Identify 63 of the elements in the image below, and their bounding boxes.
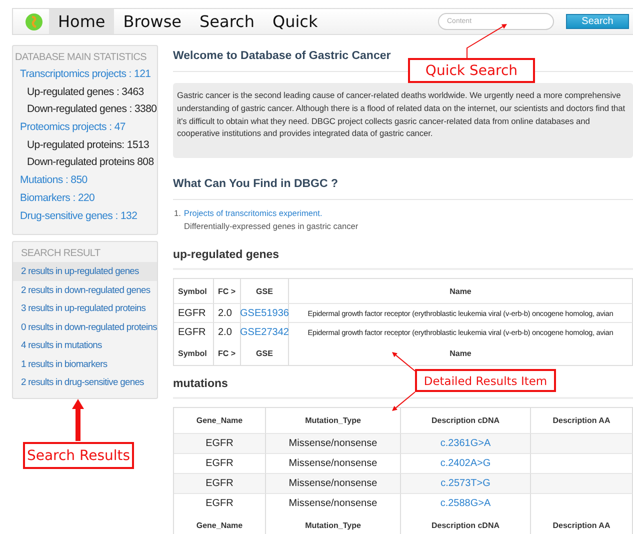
statistic-link[interactable]: Drug-sensitive genes : 132	[13, 208, 157, 226]
arrow	[72, 399, 84, 441]
table-cell: 2.0	[214, 303, 241, 322]
table-link[interactable]: GSE27342	[241, 322, 289, 342]
nav-tab[interactable]: Home	[49, 9, 114, 34]
table-cell: EGFR	[174, 322, 214, 342]
column-footer: Description AA	[531, 513, 633, 534]
nav-tab[interactable]: Browse	[114, 9, 191, 34]
list-number: 1.	[174, 208, 181, 218]
table-link[interactable]: GSE51936	[241, 303, 289, 322]
table-cell: Missense/nonsense	[266, 473, 401, 494]
table-link[interactable]: c.2573T>G	[401, 473, 531, 494]
arrow	[392, 392, 416, 411]
nav-tab[interactable]: Quick	[263, 9, 327, 34]
arrow	[466, 24, 507, 58]
statistic-link[interactable]: Biomarkers : 220	[13, 190, 157, 208]
column-header: Name	[289, 279, 633, 304]
section-title: What Can You Find in DBGC ?	[173, 178, 633, 200]
panel-title: DATABASE MAIN STATISTICS	[14, 52, 148, 65]
column-header: Symbol	[174, 279, 214, 304]
callout-label: Detailed Results Item	[415, 369, 556, 392]
table-cell: EGFR	[174, 473, 266, 494]
intro-paragraph: Gastric cancer is the second leading cause of cancer-related deaths worldwide. We urgently need a more comprehensive understanding of gastric cancer. Although there is a flood of related data on the internet, our scientists and doctors find that it's difficult to obtain what they need. DBGC project collects gasric cancer-related data from online databases and cooperative institutions and provides integrated data of gastric cancer.	[173, 83, 633, 158]
table-link[interactable]: c.2588G>A	[401, 493, 531, 514]
result-link[interactable]: 1 results in biomarkers	[13, 354, 157, 373]
statistic-text: Down-regulated genes : 3380	[26, 102, 157, 118]
result-link[interactable]: 3 results in up-regulated proteins	[13, 299, 157, 318]
result-link[interactable]: 2 results in down-regulated genes	[13, 280, 157, 299]
table-cell: EGFR	[174, 433, 266, 454]
column-footer: Mutation_Type	[266, 513, 401, 534]
column-footer: GSE	[241, 341, 289, 366]
table-link[interactable]: c.2361G>A	[401, 433, 531, 454]
feature-description: Differentially-expressed genes in gastric cancer	[183, 221, 360, 232]
column-header: FC >	[214, 279, 241, 304]
table-cell: Missense/nonsense	[266, 433, 401, 454]
logo-icon	[25, 12, 43, 30]
feature-link[interactable]: Projects of transcritomics experiment.	[184, 208, 322, 218]
result-link[interactable]: 2 results in drug-sensitive genes	[13, 373, 157, 392]
callout-label: Search Results	[23, 442, 134, 469]
result-link[interactable]: 2 results in up-regulated genes	[13, 262, 157, 280]
column-header: GSE	[241, 279, 289, 304]
statistic-link[interactable]: Transcriptomics projects : 121	[13, 66, 157, 84]
column-footer: FC >	[214, 341, 241, 366]
table-cell: EGFR	[174, 303, 214, 322]
arrow	[392, 352, 416, 372]
table-cell: EGFR	[174, 493, 266, 514]
statistic-link[interactable]: Proteomics projects : 47	[13, 119, 157, 137]
column-footer: Gene_Name	[174, 513, 266, 534]
nav-tab[interactable]: Search	[190, 9, 264, 34]
result-link[interactable]: 4 results in mutations	[13, 336, 157, 354]
section-title: up-regulated genes	[173, 249, 633, 270]
result-link[interactable]: 0 results in down-regulated proteins	[13, 318, 157, 336]
table-cell: Missense/nonsense	[266, 493, 401, 514]
table-cell: 2.0	[214, 322, 241, 342]
statistic-link[interactable]: Mutations : 850	[13, 172, 157, 190]
statistic-text: Up-regulated proteins: 1513	[26, 138, 150, 153]
callout-label: Quick Search	[408, 58, 535, 83]
statistic-text: Down-regulated proteins 808	[26, 155, 155, 170]
panel-title: SEARCH RESULT	[20, 248, 102, 261]
column-footer: Symbol	[174, 341, 214, 366]
search-button[interactable]: Search	[566, 14, 629, 29]
column-footer: Description cDNA	[401, 513, 531, 534]
statistic-text: Up-regulated genes : 3463	[26, 84, 145, 100]
